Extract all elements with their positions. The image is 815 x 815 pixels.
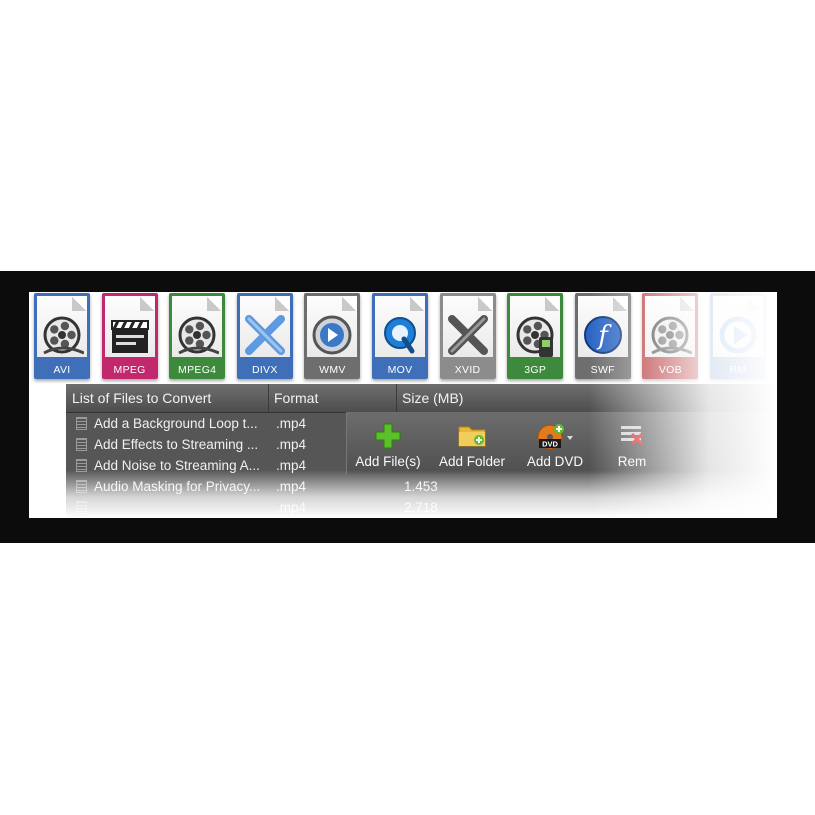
column-header-name[interactable]: List of Files to Convert — [72, 390, 211, 406]
toolbar: Add File(s) Add Folder DVD Add DVD Rem — [346, 412, 777, 474]
banner: AVI MPEG MPEG4 DIVX WMV MOV XVID 3GP f SWF VOB RM L… — [0, 271, 815, 543]
video-file-icon — [76, 438, 87, 451]
file-format: .mp4 — [276, 479, 307, 494]
folder-add-icon — [458, 426, 486, 447]
file-name: Add Effects to Streaming ... — [94, 437, 259, 452]
page-fold — [207, 297, 222, 311]
page-fold — [410, 297, 424, 311]
film-reel-icon — [651, 316, 693, 355]
format-label: 3GP — [524, 364, 547, 376]
dropdown-arrow-icon — [567, 436, 573, 440]
format-label: RM — [729, 364, 747, 376]
film-reel-icon — [43, 316, 84, 355]
video-file-icon — [76, 459, 87, 472]
format-avi[interactable]: AVI — [30, 293, 94, 381]
add-folder-label: Add Folder — [438, 454, 506, 469]
add-files-button[interactable]: Add File(s) — [347, 412, 429, 474]
format-3gp[interactable]: 3GP — [503, 293, 567, 381]
format-icon-strip: AVI MPEG MPEG4 DIVX WMV MOV XVID 3GP f SWF VOB RM — [29, 292, 777, 384]
file-name: Audio Masking for Privacy... — [94, 479, 261, 494]
page-fold — [274, 297, 289, 311]
add-dvd-button[interactable]: DVD Add DVD — [517, 412, 593, 474]
remove-label: Rem — [617, 454, 647, 469]
format-xvid[interactable]: XVID — [436, 293, 500, 381]
file-size: 2.718 — [404, 500, 438, 515]
page-fold — [612, 297, 627, 311]
table-row[interactable]: Audio Masking for Privacy... .mp4 1.453 — [66, 476, 777, 497]
add-dvd-label: Add DVD — [526, 454, 584, 469]
file-size: 1.453 — [404, 479, 438, 494]
file-list-header: List of Files to Convert Format Size (MB… — [66, 384, 777, 413]
video-file-icon — [76, 480, 87, 493]
remove-button[interactable]: Rem — [597, 412, 667, 474]
file-format: .mp4 — [276, 416, 307, 431]
format-divx[interactable]: DIVX — [233, 293, 297, 381]
format-label: MPEG4 — [178, 364, 217, 376]
page-fold — [72, 297, 86, 311]
flash-icon: f — [583, 316, 622, 354]
column-divider — [396, 384, 397, 412]
app-panel: AVI MPEG MPEG4 DIVX WMV MOV XVID 3GP f SWF VOB RM L… — [29, 292, 777, 518]
video-file-icon — [76, 417, 87, 430]
clapperboard-icon — [110, 320, 149, 353]
add-folder-button[interactable]: Add Folder — [431, 412, 513, 474]
dvd-add-icon: DVD — [537, 424, 573, 450]
add-files-label: Add File(s) — [355, 454, 421, 469]
real-play-icon — [719, 316, 757, 354]
xvid-x-icon — [447, 315, 488, 355]
remove-list-icon — [621, 426, 644, 446]
page-fold — [477, 297, 492, 311]
format-label: XVID — [454, 364, 481, 376]
play-button-icon — [312, 315, 352, 355]
format-label: MPEG — [113, 364, 146, 376]
column-header-format[interactable]: Format — [274, 390, 318, 406]
format-label: DIVX — [251, 364, 278, 376]
quicktime-icon — [384, 317, 416, 354]
format-label: SWF — [590, 364, 615, 376]
format-mpeg4[interactable]: MPEG4 — [165, 293, 229, 381]
plus-icon — [375, 423, 401, 449]
page-fold — [139, 297, 154, 311]
format-label: WMV — [319, 364, 346, 376]
page-fold — [748, 297, 762, 311]
file-list: List of Files to Convert Format Size (MB… — [66, 384, 777, 518]
format-rm[interactable]: RM — [706, 293, 770, 381]
format-mov[interactable]: MOV — [368, 293, 432, 381]
page-fold — [680, 297, 695, 311]
column-header-size[interactable]: Size (MB) — [402, 390, 463, 406]
video-file-icon — [76, 501, 87, 514]
film-phone-icon — [516, 316, 554, 357]
page-fold — [342, 297, 357, 311]
file-name: Add Noise to Streaming A... — [94, 458, 260, 473]
format-label: MOV — [387, 364, 413, 376]
format-vob[interactable]: VOB — [638, 293, 702, 381]
divx-x-icon — [244, 315, 285, 355]
format-swf[interactable]: f SWF — [571, 293, 635, 381]
page-fold — [545, 297, 560, 311]
file-format: .mp4 — [276, 437, 307, 452]
format-label: AVI — [53, 364, 71, 376]
film-reel-icon — [178, 316, 220, 355]
column-divider — [268, 384, 269, 412]
format-wmv[interactable]: WMV — [300, 293, 364, 381]
file-format: .mp4 — [276, 500, 307, 515]
file-format: .mp4 — [276, 458, 307, 473]
file-name: Add a Background Loop t... — [94, 416, 258, 431]
dvd-badge: DVD — [542, 440, 558, 449]
format-mpeg[interactable]: MPEG — [98, 293, 162, 381]
table-row[interactable]: .mp4 2.718 — [66, 497, 777, 518]
format-label: VOB — [658, 364, 682, 376]
